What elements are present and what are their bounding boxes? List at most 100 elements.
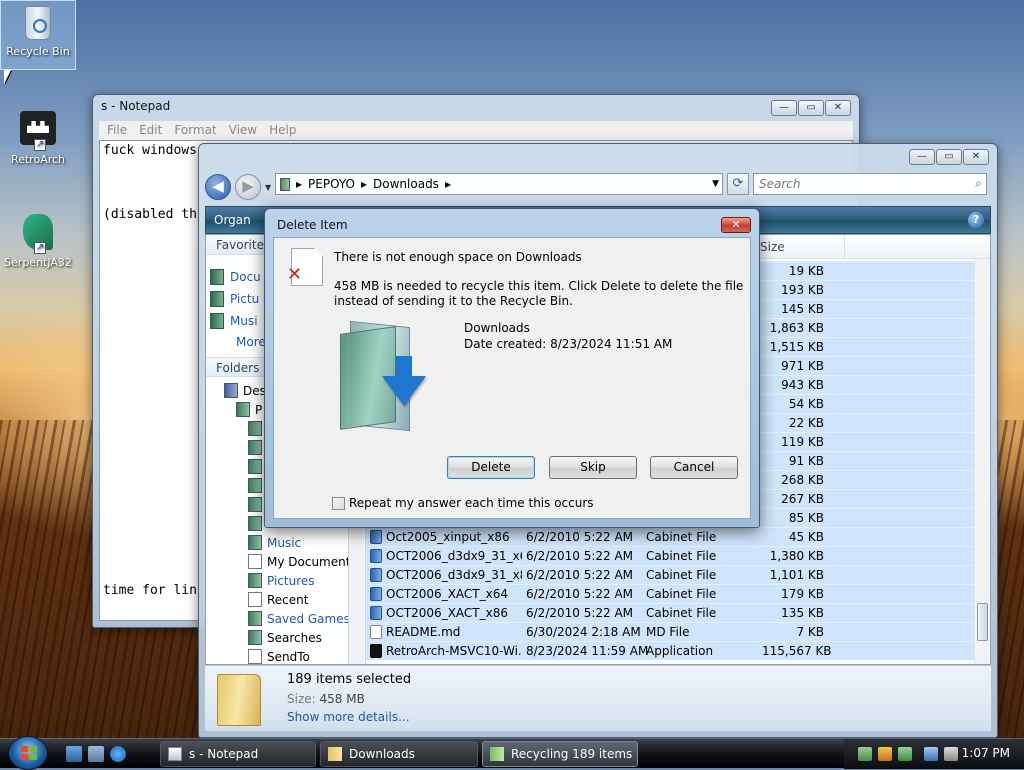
file-type: Application bbox=[646, 644, 714, 658]
show-desktop-icon[interactable] bbox=[66, 746, 82, 762]
cabinet-file-icon bbox=[370, 568, 382, 582]
tree-item-pictures[interactable]: Pictures bbox=[248, 573, 315, 588]
tree-item-recent[interactable]: Recent bbox=[248, 592, 308, 607]
clock[interactable]: 1:07 PM bbox=[962, 746, 1010, 760]
organize-button[interactable]: Organ bbox=[214, 213, 251, 227]
file-size: 45 KB bbox=[788, 530, 824, 544]
security-shield-icon[interactable] bbox=[878, 747, 892, 761]
chevron-right-icon: ▸ bbox=[361, 177, 368, 191]
favorite-music[interactable]: Musi bbox=[210, 313, 258, 329]
item-name: Downloads bbox=[464, 321, 530, 335]
menu-help[interactable]: Help bbox=[263, 121, 302, 140]
table-row[interactable]: OCT2006_XACT_x86 6/2/2010 5:22 AM Cabinet … bbox=[366, 603, 990, 622]
volume-muted-icon[interactable] bbox=[944, 747, 958, 761]
desktop-icon-serpent[interactable]: ↗ SerpentJA32 bbox=[0, 212, 76, 269]
taskbar-item-notepad[interactable]: s - Notepad bbox=[160, 741, 316, 767]
desktop-icon-retroarch[interactable]: ↗ RetroArch bbox=[0, 108, 76, 166]
file-size: 1,515 KB bbox=[769, 340, 824, 354]
maximize-button[interactable]: ▭ bbox=[798, 100, 824, 116]
taskbar-item-recycling[interactable]: Recycling 189 items ... bbox=[482, 741, 638, 767]
delete-button[interactable]: Delete bbox=[447, 456, 535, 479]
menu-edit[interactable]: Edit bbox=[133, 121, 168, 140]
file-size: 115,567 KB bbox=[762, 644, 832, 658]
tree-item[interactable] bbox=[248, 440, 262, 455]
tree-item[interactable] bbox=[248, 459, 262, 474]
search-input[interactable]: Search ⌕ bbox=[753, 173, 987, 195]
favorite-documents[interactable]: Docu bbox=[210, 269, 261, 285]
folder-icon bbox=[248, 497, 262, 512]
forward-button[interactable]: ▶ bbox=[235, 174, 261, 200]
back-button[interactable]: ◀ bbox=[205, 174, 231, 200]
table-row[interactable]: OCT2006_XACT_x64 6/2/2010 5:22 AM Cabinet … bbox=[366, 584, 990, 603]
repeat-answer-checkbox[interactable]: Repeat my answer each time this occurs bbox=[332, 496, 594, 510]
close-button[interactable]: ✕ bbox=[963, 149, 989, 165]
connection-icon[interactable] bbox=[924, 747, 938, 761]
tree-item[interactable] bbox=[248, 478, 262, 493]
scrollbar-thumb[interactable] bbox=[977, 603, 988, 641]
file-name: README.md bbox=[386, 625, 461, 639]
dialog-message: 458 MB is needed to recycle this item. C… bbox=[334, 279, 744, 308]
tree-item[interactable] bbox=[248, 421, 262, 436]
maximize-button[interactable]: ▭ bbox=[936, 149, 962, 165]
column-header-size[interactable]: Size bbox=[760, 240, 785, 254]
delete-item-dialog[interactable]: Delete Item ✕ ✕ There is not enough spac… bbox=[264, 208, 760, 528]
tree-item[interactable] bbox=[248, 497, 262, 512]
cancel-button[interactable]: Cancel bbox=[650, 456, 738, 479]
network-icon[interactable] bbox=[858, 747, 872, 761]
checkbox-box[interactable] bbox=[332, 496, 345, 510]
tree-item-sendto[interactable]: SendTo bbox=[248, 649, 310, 664]
tree-item[interactable]: P bbox=[236, 402, 262, 417]
favorites-more-link[interactable]: More bbox=[236, 335, 266, 349]
text-line: (disabled th bbox=[103, 207, 197, 222]
folder-recycle-icon bbox=[338, 320, 428, 432]
table-row[interactable]: RetroArch-MSVC10-Wi... 8/23/2024 11:59 AM… bbox=[366, 641, 990, 660]
start-button[interactable] bbox=[8, 736, 48, 770]
file-name: RetroArch-MSVC10-Wi... bbox=[386, 644, 522, 658]
file-type: Cabinet File bbox=[646, 568, 717, 582]
switch-windows-icon[interactable] bbox=[88, 746, 104, 762]
file-size: 7 KB bbox=[796, 625, 824, 639]
tree-item-my-documents[interactable]: My Document bbox=[248, 554, 350, 569]
cabinet-file-icon bbox=[370, 530, 382, 544]
show-more-details-link[interactable]: Show more details... bbox=[287, 710, 410, 724]
update-icon[interactable] bbox=[898, 747, 912, 761]
menu-file[interactable]: File bbox=[101, 121, 133, 140]
table-row[interactable]: OCT2006_d3dx9_31_x64 6/2/2010 5:22 AM Cabi… bbox=[366, 546, 990, 565]
folder-icon bbox=[248, 516, 262, 531]
skip-button[interactable]: Skip bbox=[549, 456, 637, 479]
address-bar[interactable]: ▸ PEPOYO ▸ Downloads ▸ ▼ bbox=[275, 173, 723, 195]
tree-item-music[interactable]: Music bbox=[248, 535, 301, 550]
text-line: time for lin bbox=[103, 583, 197, 598]
table-row[interactable]: OCT2006_d3dx9_31_x86 6/2/2010 5:22 AM Cabi… bbox=[366, 565, 990, 584]
searches-folder-icon bbox=[248, 630, 262, 645]
tree-item-searches[interactable]: Searches bbox=[248, 630, 322, 645]
desktop-icon-recycle-bin[interactable]: Recycle Bin bbox=[0, 0, 76, 70]
chevron-down-icon[interactable]: ▼ bbox=[712, 179, 719, 189]
internet-explorer-icon[interactable] bbox=[110, 746, 126, 762]
refresh-button[interactable]: ⟳ bbox=[727, 173, 749, 195]
music-folder-icon bbox=[248, 535, 262, 550]
tree-item-saved-games[interactable]: Saved Games bbox=[248, 611, 350, 626]
help-icon[interactable]: ? bbox=[968, 212, 984, 228]
breadcrumb-item[interactable]: PEPOYO bbox=[308, 177, 355, 191]
close-button[interactable]: ✕ bbox=[825, 100, 851, 116]
menu-view[interactable]: View bbox=[223, 121, 263, 140]
search-icon[interactable]: ⌕ bbox=[975, 176, 982, 191]
minimize-button[interactable]: — bbox=[909, 149, 935, 165]
history-dropdown-icon[interactable]: ▼ bbox=[265, 183, 271, 192]
favorite-pictures[interactable]: Pictu bbox=[210, 291, 259, 307]
file-list-scrollbar[interactable] bbox=[974, 259, 990, 664]
minimize-button[interactable]: — bbox=[771, 100, 797, 116]
table-row[interactable]: Oct2005_xinput_x86 6/2/2010 5:22 AM Cabine… bbox=[366, 527, 990, 546]
shortcut-icon bbox=[248, 592, 262, 607]
file-size: 1,380 KB bbox=[769, 549, 824, 563]
tree-item[interactable] bbox=[248, 516, 262, 531]
dialog-close-button[interactable]: ✕ bbox=[721, 217, 751, 233]
table-row[interactable]: README.md 6/30/2024 2:18 AM MD File 7 KB bbox=[366, 622, 990, 641]
mouse-cursor bbox=[4, 70, 11, 84]
tree-item[interactable]: Des bbox=[224, 383, 266, 398]
breadcrumb-item[interactable]: Downloads bbox=[373, 177, 439, 191]
taskbar-item-downloads[interactable]: Downloads bbox=[320, 741, 478, 767]
file-name: OCT2006_d3dx9_31_x64 bbox=[386, 549, 522, 563]
menu-format[interactable]: Format bbox=[168, 121, 222, 140]
